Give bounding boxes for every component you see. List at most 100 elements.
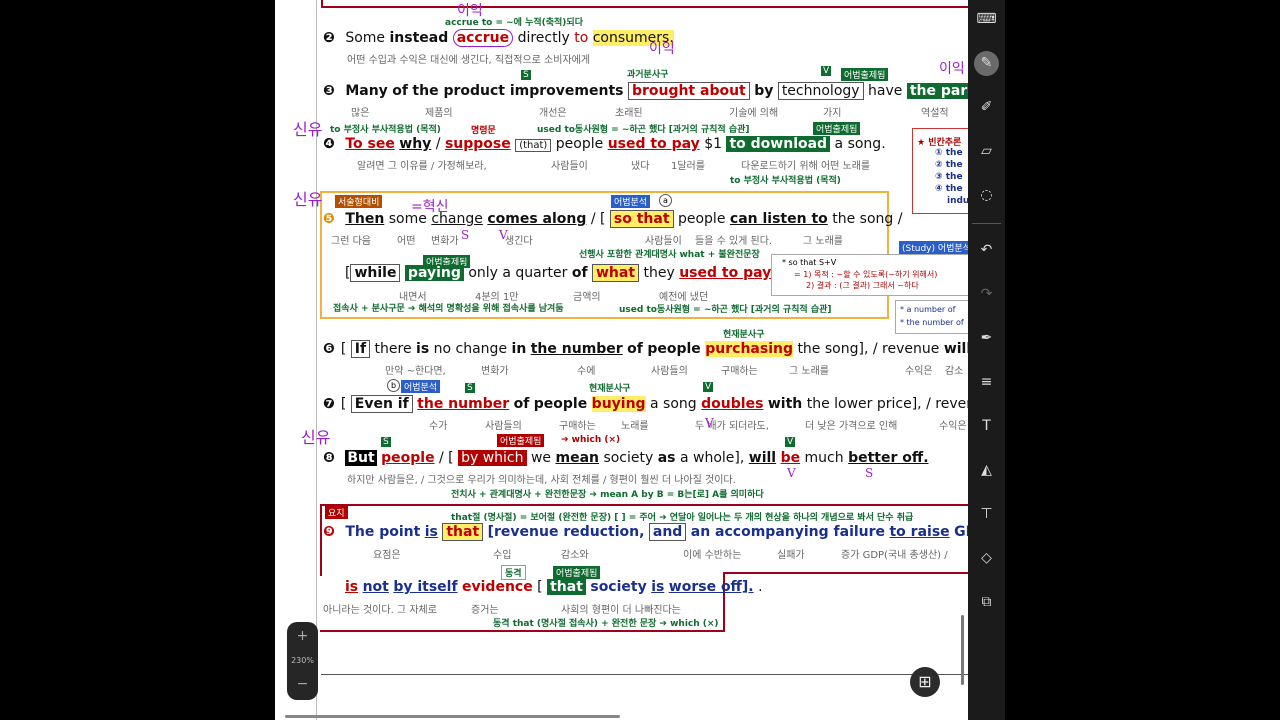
handwritten-note: S [461, 228, 470, 242]
side2-line: * so that S+V [782, 258, 837, 267]
s9-translation: 증가 GDP(국내 총생산) / [841, 550, 948, 561]
text-box-icon[interactable]: ⊤ [974, 502, 999, 527]
handwritten-note: 이익 [649, 41, 675, 57]
horizontal-scrollbar[interactable] [285, 715, 620, 718]
s4-word: (that) [515, 139, 552, 152]
add-page-button[interactable]: ⊞ [910, 667, 940, 697]
s9-word: society [590, 579, 647, 595]
sentence-6: ❻[ If there is no change in the number o… [323, 340, 972, 358]
s4-tag: 어법출제됨 [813, 122, 861, 135]
s9-translation: 이에 수반하는 [683, 550, 742, 561]
s8-word: But [345, 450, 377, 466]
s8-note: 전치사 + 관계대명사 + 완전한문장 ➔ mean A by B = B는[로… [451, 490, 764, 500]
s7-word: people [533, 396, 588, 412]
s7-word: the number [417, 396, 510, 412]
side1-item: ③ the [935, 172, 963, 182]
s7-word: a song [650, 396, 697, 412]
side1-item: indu [947, 196, 970, 206]
s9-translation: 요점은 [373, 550, 401, 561]
left-margin-line [316, 0, 317, 720]
redo-icon[interactable]: ↷ [974, 282, 999, 307]
s4-note: used to동사원형 = ~하곤 했다 [과거의 규칙적 습관] [537, 125, 750, 135]
handwritten-note: V [499, 228, 508, 242]
s3-translation: 제품의 [425, 108, 453, 119]
s9-word: that [442, 523, 484, 541]
s6-word: in [511, 341, 527, 357]
s3-number: ❸ [323, 83, 335, 99]
s9-translation: 실패가 [777, 550, 805, 561]
s2-number: ❷ [323, 30, 335, 46]
copy-icon[interactable]: ⧉ [974, 590, 999, 615]
handwritten-note: V [705, 416, 714, 430]
s4-word: used to pay [607, 136, 700, 152]
study-box-so-that: * so that S+V = 1) 목적 : ~할 수 있도록(~하기 위해서… [771, 254, 983, 296]
s6-word: people [647, 341, 701, 357]
s7-word: of [513, 396, 530, 412]
s4-word: suppose [444, 136, 511, 152]
s4-word: a song. [834, 136, 886, 152]
s4-word: people [555, 136, 604, 152]
side1-item: ④ the [935, 184, 963, 194]
s5-word: comes along [487, 211, 587, 227]
s7-translation: 노래를 [621, 421, 649, 432]
s9-word: is [651, 579, 665, 595]
s4-translation: 다운로드하기 위해 어떤 노래를 [741, 161, 871, 172]
text-insert-icon[interactable]: ≡ [974, 370, 999, 395]
s5-note: used to동사원형 = ~하곤 했다 [과거의 규칙적 습관] [619, 305, 832, 315]
keyboard-icon[interactable]: ⌨ [974, 7, 999, 32]
s8-verb-mark: V [785, 437, 796, 447]
s9-word: and [648, 523, 687, 541]
sentence-9: ❾ The point is that [revenue reduction, … [323, 523, 1005, 541]
s9-word: evidence [462, 579, 533, 595]
main-idea-frame-line [723, 572, 980, 574]
s5-word: of [571, 265, 588, 281]
s4-translation: 사람들이 [551, 161, 588, 172]
s7-subject-mark: S [465, 383, 475, 393]
shape-icon[interactable]: ◭ [974, 458, 999, 483]
side1-item: ① the [935, 148, 963, 158]
s5-word: they [643, 265, 675, 281]
lasso-icon[interactable]: ◌ [974, 183, 999, 208]
s9-word: [revenue reduction, [487, 524, 645, 540]
s9-word: is [424, 524, 438, 540]
zoom-level: 230% [291, 656, 314, 665]
zoom-out-button[interactable]: − [287, 676, 318, 692]
s6-tag: 현재분사구 [723, 330, 765, 340]
handwritten-note: 이익 [457, 3, 483, 19]
s8-word: will [748, 450, 777, 466]
sentence-8: ❽ But people / [ by which we mean societ… [323, 450, 929, 466]
s6-word: of [627, 341, 643, 357]
vertical-scrollbar[interactable] [961, 615, 964, 685]
s5-word: the song [832, 211, 894, 227]
s9-translation: 사회의 형편이 더 나빠진다는 [561, 605, 681, 616]
s6-word: is [416, 341, 430, 357]
eraser-icon[interactable]: ▱ [974, 139, 999, 164]
undo-icon[interactable]: ↶ [974, 238, 999, 263]
side2-line: = 1) 목적 : ~할 수 있도록(~하기 위해서) [794, 270, 938, 279]
pen-settings-icon[interactable]: ✒ [974, 326, 999, 351]
s4-translation: 냈다 [631, 161, 650, 172]
pen-icon[interactable]: ✎ [974, 51, 999, 76]
s6-translation: 구매하는 [721, 366, 758, 377]
shapes-icon[interactable]: ◇ [974, 546, 999, 571]
s3-slash: have [868, 83, 903, 99]
s6-word: purchasing [705, 341, 793, 357]
s5-translation: 그 노래를 [803, 236, 843, 247]
s9-tag: 동격 [501, 565, 526, 580]
s3-word: of [392, 83, 408, 99]
s2-word: to [574, 30, 589, 46]
s5-tag: 어법분석 [611, 195, 651, 208]
sentence-4: ❹ To see why / suppose (that) people use… [323, 136, 886, 152]
zoom-in-button[interactable]: + [287, 628, 318, 644]
s8-word: we [530, 450, 552, 466]
s5-word: paying [404, 265, 464, 281]
s9-word: by itself [393, 579, 458, 595]
s4-note: to 부정사 부사적용법 (목적) [330, 125, 441, 135]
s7-word: Even if [350, 395, 413, 413]
s6-translation: 만약 ~한다면, [385, 366, 446, 377]
highlighter-icon[interactable]: ✐ [974, 95, 999, 120]
text-tool-icon[interactable]: T [974, 414, 999, 439]
s9-word: The point [345, 524, 421, 540]
s5-translation: 들을 수 있게 된다. [695, 236, 773, 247]
handwritten-note: =혁신 [411, 199, 449, 215]
